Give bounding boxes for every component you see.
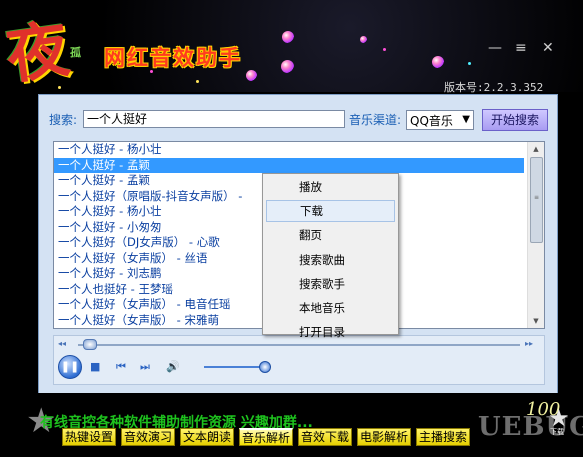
rewind-icon[interactable]: ◂◂ (58, 339, 66, 348)
tab[interactable]: 热键设置 (62, 428, 116, 446)
close-button[interactable]: ✕ (542, 40, 554, 56)
sparkle-dot (468, 62, 471, 65)
menu-item[interactable]: 下载 (266, 200, 395, 223)
bubble-icon (432, 56, 444, 68)
menu-item[interactable]: 本地音乐 (266, 297, 395, 319)
menu-item[interactable]: 翻页 (266, 224, 395, 246)
menu-item[interactable]: 打开目录 (266, 321, 395, 343)
progress-track[interactable] (78, 344, 520, 346)
stop-button[interactable]: ■ (90, 360, 100, 373)
tab[interactable]: 主播搜索 (416, 428, 470, 446)
menu-item[interactable]: 搜索歌手 (266, 273, 395, 295)
header-area: 夜 孤 网红音效助手 — ≡ ✕ 版本号:2.2.3.352 (0, 0, 583, 94)
tab[interactable]: 电影解析 (357, 428, 411, 446)
scrollbar-thumb[interactable]: ≡ (530, 157, 543, 243)
source-label: 音乐渠道: (349, 113, 402, 127)
volume-track[interactable] (204, 366, 264, 368)
volume-thumb[interactable] (259, 361, 271, 373)
sparkle-dot (383, 48, 386, 51)
bubble-icon (246, 70, 257, 81)
version-label: 版本号:2.2.3.352 (444, 81, 544, 94)
bubble-icon (281, 60, 294, 73)
minimize-button[interactable]: — (488, 40, 502, 56)
chevron-down-icon: ▼ (462, 114, 470, 125)
progress-thumb[interactable] (82, 339, 97, 350)
bubble-icon (360, 36, 367, 43)
source-select-value: QQ音乐 (410, 114, 453, 128)
grip-icon: ≡ (534, 194, 540, 201)
sparkle-dot (58, 86, 61, 89)
download-badge: 下载 (550, 428, 564, 436)
scroll-up-icon[interactable]: ▲ (528, 142, 544, 156)
search-input[interactable]: 一个人挺好 (83, 110, 345, 128)
source-select[interactable]: QQ音乐 ▼ (406, 110, 474, 130)
next-button[interactable]: ⏭ (140, 360, 150, 374)
context-menu: 播放 下载 翻页 搜索歌曲 搜索歌手 本地音乐 打开目录 (262, 173, 399, 339)
tab[interactable]: 文本朗读 (180, 428, 234, 446)
scroll-down-icon[interactable]: ▼ (528, 314, 544, 328)
prev-button[interactable]: ⏮ (116, 360, 126, 374)
song-row[interactable]: 一个人挺好 - 孟颖 (54, 157, 524, 173)
tab[interactable]: 音乐解析 (239, 428, 293, 446)
tab[interactable]: 音效下载 (298, 428, 352, 446)
scrollbar[interactable]: ▲ ≡ ▼ (527, 142, 544, 328)
song-row[interactable]: 一个人挺好 - 杨小壮 (54, 142, 544, 158)
logo-small-char: 孤 (70, 46, 81, 59)
sparkle-dot (196, 80, 199, 83)
tab[interactable]: 音效演习 (121, 428, 175, 446)
menu-item[interactable]: 搜索歌曲 (266, 249, 395, 271)
menu-button[interactable]: ≡ (515, 40, 527, 56)
volume-icon[interactable]: 🔊 (166, 360, 180, 373)
search-label: 搜索: (49, 113, 78, 127)
search-button[interactable]: 开始搜索 (482, 109, 548, 131)
logo-char: 夜 (1, 11, 74, 93)
forward-icon[interactable]: ▸▸ (525, 339, 533, 348)
menu-item[interactable]: 播放 (266, 176, 395, 198)
sparkle-dot (150, 70, 153, 73)
pause-button[interactable]: ❚❚ (58, 355, 82, 379)
app-title: 网红音效助手 (104, 45, 242, 70)
bubble-icon (282, 31, 294, 43)
